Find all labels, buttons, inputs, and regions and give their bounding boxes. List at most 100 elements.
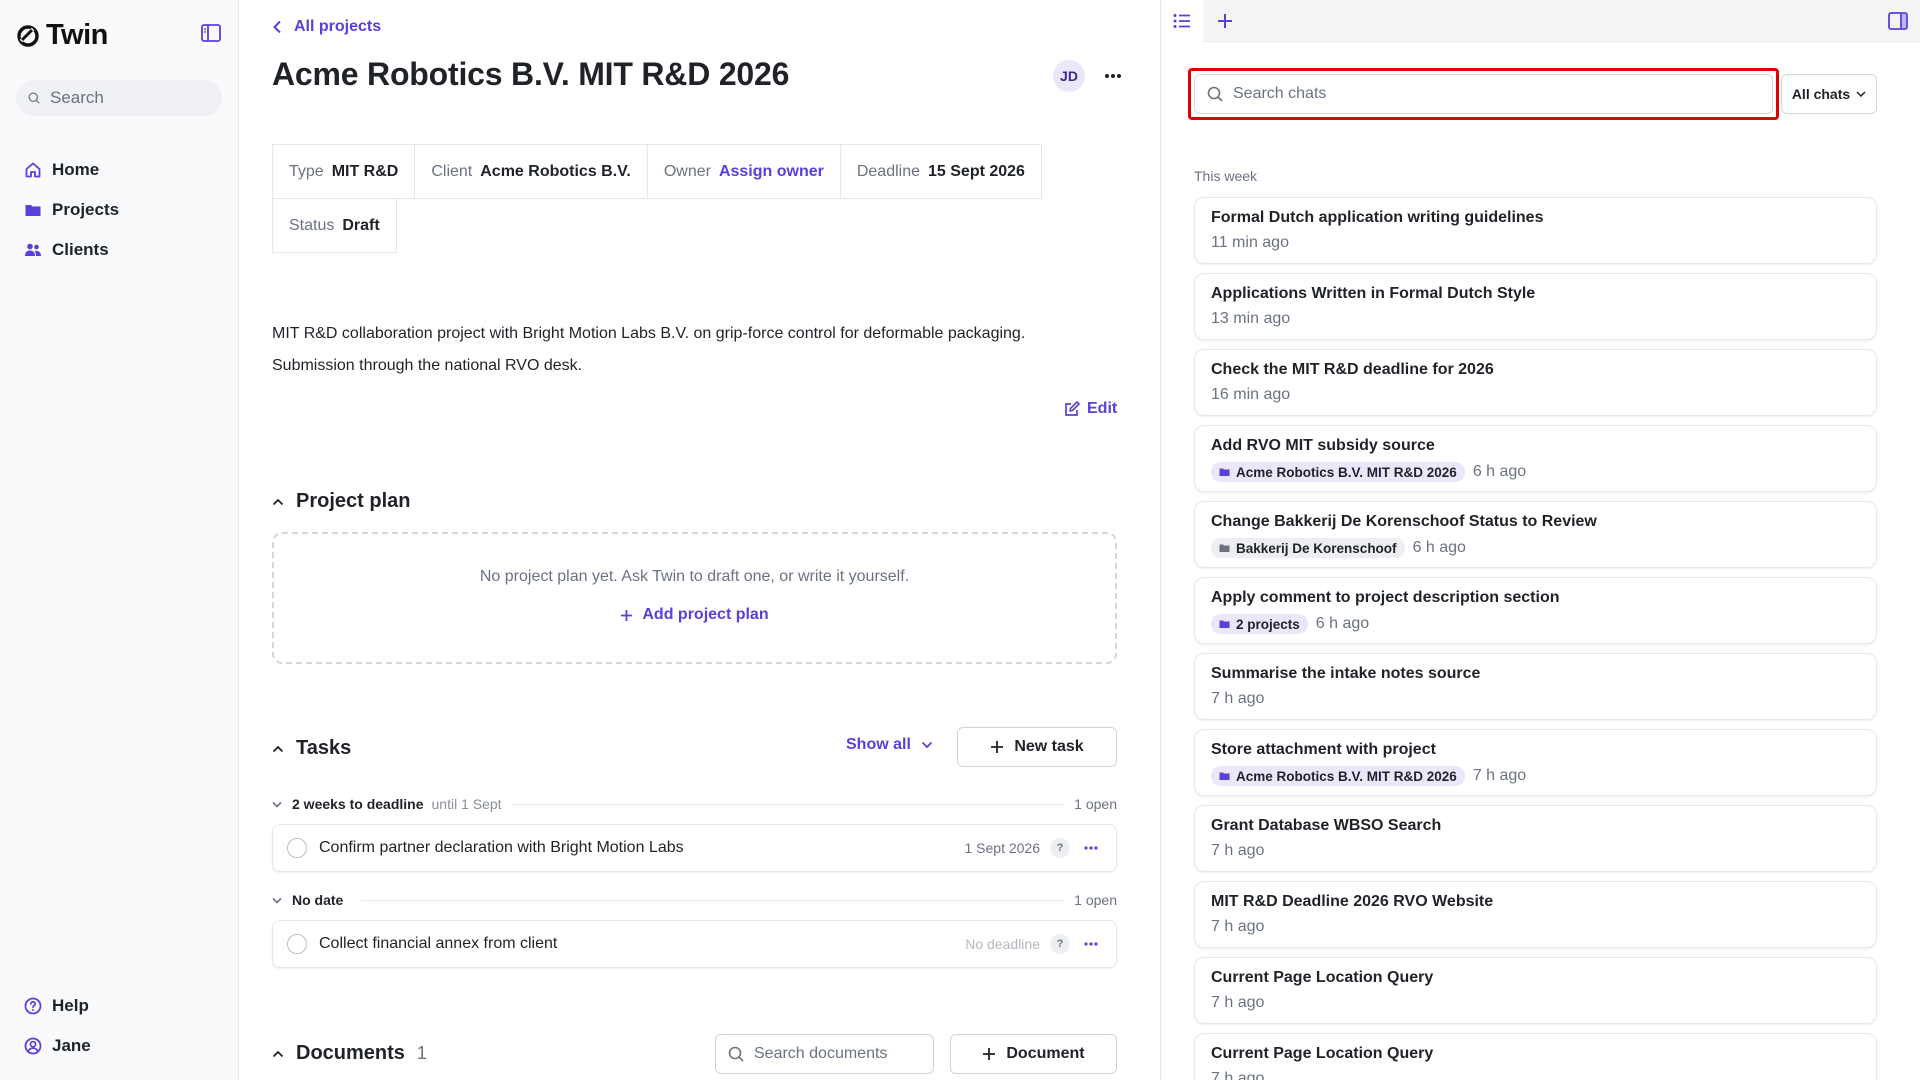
back-link-label: All projects bbox=[294, 18, 382, 35]
folder-icon bbox=[1219, 544, 1230, 552]
chat-panel: All chats This week Formal Dutch applica… bbox=[1160, 0, 1920, 1080]
chat-list-item[interactable]: Grant Database WBSO Search 7 h ago bbox=[1194, 805, 1877, 872]
chat-project-tag[interactable]: Acme Robotics B.V. MIT R&D 2026 bbox=[1211, 766, 1465, 786]
chat-time: 6 h ago bbox=[1315, 615, 1370, 632]
nav-item-home[interactable]: Home bbox=[16, 150, 222, 190]
chat-project-tag[interactable]: Acme Robotics B.V. MIT R&D 2026 bbox=[1211, 462, 1465, 482]
new-task-label: New task bbox=[1014, 738, 1084, 755]
chat-title: Applications Written in Formal Dutch Sty… bbox=[1211, 285, 1536, 302]
meta-owner-label: Owner bbox=[663, 162, 711, 180]
add-project-plan-button[interactable]: Add project plan bbox=[620, 606, 769, 624]
chat-search-input[interactable] bbox=[1233, 85, 1753, 103]
edit-description-button[interactable]: Edit bbox=[1064, 400, 1117, 418]
assign-owner-link[interactable]: Assign owner bbox=[719, 163, 824, 181]
chat-list-item[interactable]: Store attachment with project Acme Robot… bbox=[1194, 729, 1877, 796]
task-row[interactable]: Collect financial annex from client No d… bbox=[272, 920, 1117, 968]
chat-list-item[interactable]: MIT R&D Deadline 2026 RVO Website 7 h ag… bbox=[1194, 881, 1877, 948]
new-chat-button[interactable] bbox=[1203, 0, 1247, 42]
nav-item-help[interactable]: Help bbox=[16, 986, 222, 1026]
add-document-button[interactable]: Document bbox=[950, 1034, 1117, 1074]
nav-item-user[interactable]: Jane bbox=[16, 1026, 222, 1066]
show-all-dropdown[interactable]: Show all bbox=[846, 736, 933, 754]
twin-logo-icon bbox=[17, 24, 39, 47]
meta-type-label: Type bbox=[289, 162, 324, 180]
task-more-button[interactable] bbox=[1080, 837, 1102, 859]
project-more-button[interactable] bbox=[1098, 62, 1128, 90]
nav-item-clients[interactable]: Clients bbox=[16, 230, 222, 270]
chevron-down-icon bbox=[272, 801, 282, 808]
chat-filter-dropdown[interactable]: All chats bbox=[1781, 74, 1877, 114]
documents-search[interactable] bbox=[715, 1034, 934, 1074]
sidebar-search-input[interactable] bbox=[50, 88, 210, 108]
chat-project-tag[interactable]: 2 projects bbox=[1211, 614, 1308, 634]
documents-search-input[interactable] bbox=[754, 1045, 914, 1063]
task-row[interactable]: Confirm partner declaration with Bright … bbox=[272, 824, 1117, 872]
meta-type-value: MIT R&D bbox=[331, 162, 399, 180]
task-group-header[interactable]: No date 1 open bbox=[272, 890, 1117, 910]
chevron-up-icon bbox=[272, 1050, 284, 1057]
task-assignee-unknown[interactable]: ? bbox=[1050, 934, 1070, 954]
meta-status[interactable]: Status Draft bbox=[272, 198, 397, 253]
chat-panel-tabbar bbox=[1161, 0, 1920, 42]
group-divider bbox=[361, 899, 1065, 901]
help-icon bbox=[24, 997, 42, 1015]
chat-list-item[interactable]: Applications Written in Formal Dutch Sty… bbox=[1194, 273, 1877, 340]
chat-title: Formal Dutch application writing guideli… bbox=[1211, 209, 1544, 226]
tasks-header[interactable]: Tasks bbox=[272, 737, 351, 760]
nav-item-label: Projects bbox=[52, 200, 120, 219]
new-task-button[interactable]: New task bbox=[957, 727, 1117, 767]
section-title: Tasks bbox=[296, 737, 352, 759]
collapse-sidebar-button[interactable] bbox=[198, 21, 224, 45]
toggle-chat-panel-button[interactable] bbox=[1885, 9, 1911, 33]
group-divider bbox=[511, 803, 1065, 805]
nav-item-projects[interactable]: Projects bbox=[16, 190, 222, 230]
meta-client[interactable]: Client Acme Robotics B.V. bbox=[414, 144, 648, 199]
chat-time: 11 min ago bbox=[1211, 234, 1289, 251]
users-icon bbox=[25, 243, 41, 256]
nav-item-label: Clients bbox=[52, 240, 109, 259]
chat-section-label: This week bbox=[1194, 168, 1258, 184]
more-horizontal-icon bbox=[1105, 74, 1121, 78]
chat-list-item[interactable]: Formal Dutch application writing guideli… bbox=[1194, 197, 1877, 264]
chat-list-tab[interactable] bbox=[1161, 0, 1203, 42]
avatar[interactable]: JD bbox=[1053, 60, 1085, 92]
back-to-projects-link[interactable]: All projects bbox=[272, 18, 381, 36]
more-horizontal-icon bbox=[1084, 942, 1098, 946]
chat-list-item[interactable]: Current Page Location Query 7 h ago bbox=[1194, 1033, 1877, 1080]
chevron-down-icon bbox=[272, 897, 282, 904]
nav-item-label: Home bbox=[52, 160, 100, 179]
chat-client-tag[interactable]: Bakkerij De Korenschoof bbox=[1211, 538, 1405, 558]
meta-deadline[interactable]: Deadline 15 Sept 2026 bbox=[839, 144, 1042, 199]
chat-list-item[interactable]: Summarise the intake notes source 7 h ag… bbox=[1194, 653, 1877, 720]
section-title: Project plan bbox=[296, 490, 411, 512]
meta-client-value: Acme Robotics B.V. bbox=[480, 162, 631, 180]
project-plan-header[interactable]: Project plan bbox=[272, 490, 410, 513]
folder-icon bbox=[1219, 620, 1230, 628]
meta-type[interactable]: Type MIT R&D bbox=[272, 144, 416, 199]
sidebar-search[interactable] bbox=[16, 80, 222, 116]
documents-header[interactable]: Documents 1 bbox=[272, 1042, 427, 1065]
show-all-label: Show all bbox=[846, 736, 911, 753]
meta-owner[interactable]: Owner Assign owner bbox=[646, 144, 841, 199]
chat-tag-label: Bakkerij De Korenschoof bbox=[1236, 540, 1397, 556]
task-complete-checkbox[interactable] bbox=[287, 838, 307, 858]
app-logo[interactable]: Twin bbox=[16, 19, 108, 52]
task-group-header[interactable]: 2 weeks to deadline until 1 Sept 1 open bbox=[272, 794, 1117, 814]
nav-item-label: Help bbox=[52, 996, 89, 1015]
description-line: Submission through the national RVO desk… bbox=[272, 357, 583, 374]
plus-icon bbox=[991, 741, 1004, 753]
chat-list-item[interactable]: Apply comment to project description sec… bbox=[1194, 577, 1877, 644]
nav-item-label: Jane bbox=[52, 1036, 91, 1055]
chat-search[interactable] bbox=[1194, 74, 1773, 114]
chat-list-item[interactable]: Current Page Location Query 7 h ago bbox=[1194, 957, 1877, 1024]
plan-empty-text: No project plan yet. Ask Twin to draft o… bbox=[479, 568, 910, 585]
chat-list: Formal Dutch application writing guideli… bbox=[1194, 197, 1877, 1080]
chat-list-item[interactable]: Add RVO MIT subsidy source Acme Robotics… bbox=[1194, 425, 1877, 492]
documents-count: 1 bbox=[416, 1043, 427, 1063]
task-more-button[interactable] bbox=[1080, 933, 1102, 955]
description-line: MIT R&D collaboration project with Brigh… bbox=[272, 325, 1026, 342]
chat-list-item[interactable]: Change Bakkerij De Korenschoof Status to… bbox=[1194, 501, 1877, 568]
task-assignee-unknown[interactable]: ? bbox=[1050, 838, 1070, 858]
task-complete-checkbox[interactable] bbox=[287, 934, 307, 954]
chat-list-item[interactable]: Check the MIT R&D deadline for 2026 16 m… bbox=[1194, 349, 1877, 416]
